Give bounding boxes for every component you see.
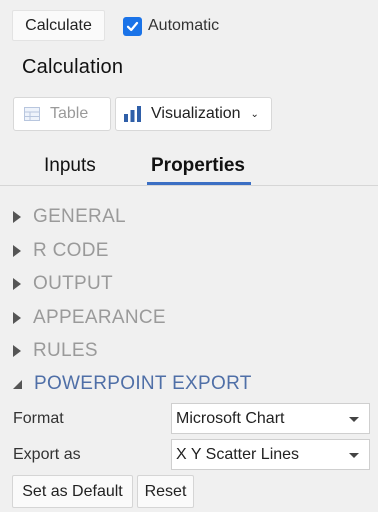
expand-triangle-icon bbox=[13, 278, 21, 290]
expand-triangle-icon bbox=[13, 345, 21, 357]
reset-button[interactable]: Reset bbox=[137, 475, 194, 508]
page-title: Calculation bbox=[22, 56, 124, 78]
section-label: GENERAL bbox=[33, 206, 126, 227]
automatic-toggle[interactable]: Automatic bbox=[123, 14, 219, 38]
visualization-dropdown[interactable]: Visualization ⌄ bbox=[115, 97, 272, 131]
calculate-button[interactable]: Calculate bbox=[12, 10, 105, 41]
tab-divider bbox=[0, 185, 378, 186]
checkmark-icon bbox=[126, 21, 139, 31]
dropdown-arrow-icon bbox=[349, 417, 359, 422]
expand-triangle-icon bbox=[13, 245, 21, 257]
section-rules[interactable]: RULES bbox=[13, 338, 98, 364]
section-label: OUTPUT bbox=[33, 273, 113, 294]
section-general[interactable]: GENERAL bbox=[13, 204, 126, 230]
export-as-select[interactable]: X Y Scatter Lines bbox=[171, 439, 370, 470]
export-as-label: Export as bbox=[13, 446, 81, 463]
expand-triangle-icon bbox=[13, 211, 21, 223]
section-label: POWERPOINT EXPORT bbox=[34, 373, 252, 394]
section-appearance[interactable]: APPEARANCE bbox=[13, 305, 166, 331]
table-icon bbox=[24, 107, 40, 121]
export-as-value: X Y Scatter Lines bbox=[176, 445, 300, 463]
format-label: Format bbox=[13, 410, 64, 427]
section-label: RULES bbox=[33, 340, 98, 361]
expand-triangle-icon bbox=[13, 312, 21, 324]
chevron-down-icon: ⌄ bbox=[250, 108, 259, 120]
section-label: R CODE bbox=[33, 240, 109, 261]
format-value: Microsoft Chart bbox=[176, 409, 285, 427]
section-r-code[interactable]: R CODE bbox=[13, 238, 109, 264]
tab-inputs[interactable]: Inputs bbox=[44, 155, 96, 177]
section-label: APPEARANCE bbox=[33, 307, 166, 328]
visualization-label: Visualization bbox=[151, 105, 241, 122]
set-as-default-button[interactable]: Set as Default bbox=[12, 475, 133, 508]
automatic-checkbox[interactable] bbox=[123, 16, 142, 36]
section-powerpoint-export[interactable]: POWERPOINT EXPORT bbox=[13, 371, 252, 397]
bar-chart-icon bbox=[124, 106, 141, 122]
table-button[interactable]: Table bbox=[13, 97, 111, 131]
format-select[interactable]: Microsoft Chart bbox=[171, 403, 370, 434]
automatic-label: Automatic bbox=[148, 17, 220, 34]
collapse-triangle-icon bbox=[13, 379, 22, 389]
tab-properties[interactable]: Properties bbox=[151, 155, 245, 177]
table-button-label: Table bbox=[50, 105, 89, 122]
section-output[interactable]: OUTPUT bbox=[13, 271, 113, 297]
dropdown-arrow-icon bbox=[349, 453, 359, 458]
